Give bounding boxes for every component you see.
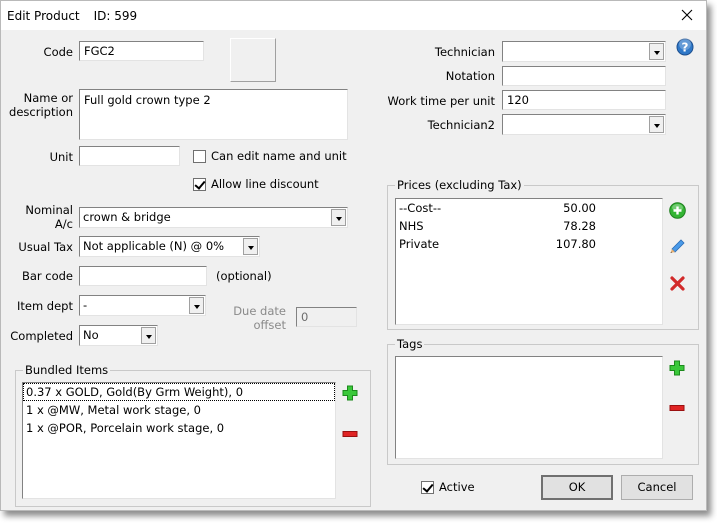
nominal-ac-value: crown & bridge (83, 210, 171, 224)
unit-label: Unit (49, 150, 73, 164)
bar-code-label: Bar code (21, 269, 73, 283)
chevron-down-icon[interactable] (141, 327, 156, 344)
usual-tax-label: Usual Tax (18, 240, 73, 254)
active-checkbox[interactable] (421, 481, 434, 494)
chevron-down-icon[interactable] (331, 209, 346, 226)
allow-line-discount-checkbox[interactable] (193, 178, 206, 191)
name-textarea[interactable]: Full gold crown type 2 (79, 89, 348, 140)
price-value: 50.00 (563, 201, 596, 215)
bundled-items-list[interactable]: 0.37 x GOLD, Gold(By Grm Weight), 0 1 x … (22, 382, 336, 499)
active-label: Active (439, 480, 475, 494)
prices-list[interactable]: --Cost-- 50.00 NHS 78.28 Private 107.80 (395, 198, 663, 325)
svg-text:?: ? (682, 41, 689, 55)
price-value: 78.28 (563, 219, 596, 233)
chevron-down-icon[interactable] (189, 297, 204, 314)
minus-icon[interactable] (342, 427, 358, 441)
bar-code-hint: (optional) (216, 269, 272, 283)
code-input[interactable]: FGC2 (79, 41, 204, 61)
price-name: NHS (399, 219, 424, 233)
title-bar: Edit Product ID: 599 (1, 1, 706, 30)
bundled-items-title: Bundled Items (23, 363, 111, 377)
nominal-ac-label: Nominal A/c (5, 203, 73, 231)
technician2-label: Technician2 (427, 118, 495, 132)
notation-label: Notation (445, 69, 495, 83)
list-item[interactable]: 1 x @POR, Porcelain work stage, 0 (23, 419, 335, 437)
tags-title: Tags (395, 337, 425, 351)
work-time-label: Work time per unit (387, 94, 495, 108)
unit-input[interactable] (79, 146, 180, 166)
minus-icon[interactable] (669, 401, 685, 415)
allow-line-discount-label: Allow line discount (211, 177, 319, 191)
prices-title: Prices (excluding Tax) (395, 178, 524, 192)
usual-tax-select[interactable]: Not applicable (N) @ 0% (79, 236, 260, 257)
code-label: Code (43, 45, 73, 59)
nominal-ac-select[interactable]: crown & bridge (79, 207, 348, 228)
ok-button[interactable]: OK (541, 475, 613, 500)
pencil-icon[interactable] (669, 237, 686, 257)
name-label: Name or description (5, 91, 73, 119)
usual-tax-value: Not applicable (N) @ 0% (83, 239, 225, 253)
price-name: Private (399, 237, 440, 251)
due-date-label-line1: Due date (233, 304, 286, 318)
work-time-input[interactable]: 120 (502, 90, 666, 110)
price-row[interactable]: NHS 78.28 (396, 217, 662, 235)
can-edit-name-unit-checkbox[interactable] (193, 150, 206, 163)
list-item[interactable]: 0.37 x GOLD, Gold(By Grm Weight), 0 (23, 383, 335, 401)
technician-label: Technician (434, 45, 495, 59)
chevron-down-icon[interactable] (649, 116, 664, 133)
completed-value: No (83, 328, 99, 342)
tags-list[interactable] (395, 356, 663, 459)
due-date-label-line2: offset (253, 318, 286, 332)
close-icon[interactable] (677, 5, 697, 25)
item-dept-label: Item dept (16, 299, 73, 313)
completed-label: Completed (10, 329, 73, 343)
can-edit-name-unit-label: Can edit name and unit (211, 149, 347, 163)
item-dept-select[interactable]: - (79, 295, 206, 316)
technician-select[interactable] (502, 41, 666, 62)
price-name: --Cost-- (399, 201, 442, 215)
price-value: 107.80 (555, 237, 596, 251)
help-icon[interactable]: ? (676, 38, 694, 59)
completed-select[interactable]: No (79, 325, 158, 346)
item-dept-value: - (83, 298, 88, 312)
product-image-box[interactable] (230, 38, 276, 82)
nominal-label-line2: A/c (54, 217, 73, 231)
product-id: ID: 599 (93, 9, 138, 23)
edit-product-dialog: Edit Product ID: 599 Code FGC2 Name or de… (0, 0, 707, 511)
due-date-offset-label: Due date offset (221, 304, 286, 332)
notation-input[interactable] (502, 66, 666, 86)
add-circle-icon[interactable] (669, 202, 686, 222)
chevron-down-icon[interactable] (649, 43, 664, 60)
title-text: Edit Product (7, 9, 80, 23)
plus-icon[interactable] (342, 385, 358, 404)
cancel-button[interactable]: Cancel (621, 475, 693, 500)
name-label-line2: description (9, 105, 73, 119)
price-row[interactable]: --Cost-- 50.00 (396, 199, 662, 217)
technician2-select[interactable] (502, 114, 666, 135)
chevron-down-icon[interactable] (243, 238, 258, 255)
delete-x-icon[interactable] (670, 276, 685, 294)
bar-code-input[interactable] (79, 266, 207, 286)
window-title: Edit Product ID: 599 (7, 9, 137, 23)
nominal-label-line1: Nominal (25, 203, 73, 217)
name-label-line1: Name or (23, 91, 73, 105)
due-date-offset-input[interactable]: 0 (296, 307, 357, 327)
list-item[interactable]: 1 x @MW, Metal work stage, 0 (23, 401, 335, 419)
price-row[interactable]: Private 107.80 (396, 235, 662, 253)
plus-icon[interactable] (669, 360, 685, 379)
